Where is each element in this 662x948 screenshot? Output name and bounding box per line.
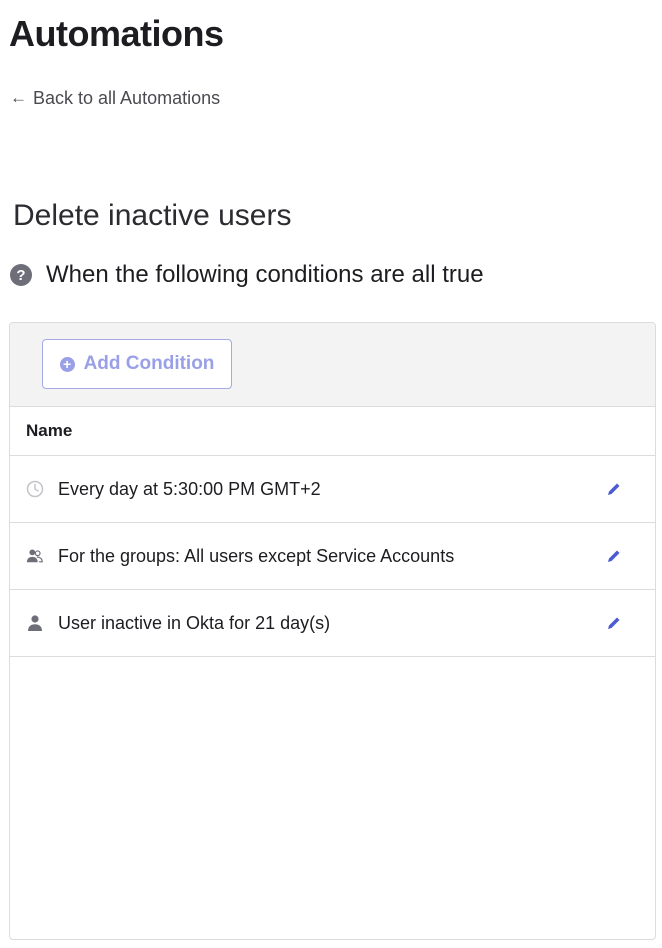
conditions-heading-text: When the following conditions are all tr… <box>46 261 484 288</box>
clock-icon <box>26 480 44 498</box>
conditions-panel: + Add Condition Name Every day at 5:30:0… <box>9 322 656 940</box>
conditions-heading: ? When the following conditions are all … <box>10 259 484 291</box>
table-header-name: Name <box>10 407 655 456</box>
condition-label: For the groups: All users except Service… <box>58 545 455 566</box>
condition-label: Every day at 5:30:00 PM GMT+2 <box>58 478 321 499</box>
pencil-icon[interactable] <box>604 479 624 499</box>
group-icon <box>26 547 44 565</box>
back-to-automations-link[interactable]: ← Back to all Automations <box>10 86 220 110</box>
automation-name: Delete inactive users <box>13 199 292 232</box>
pencil-icon[interactable] <box>604 613 624 633</box>
conditions-toolbar: + Add Condition <box>10 323 655 407</box>
table-row: User inactive in Okta for 21 day(s) <box>10 590 655 657</box>
user-icon <box>26 614 44 632</box>
arrow-left-icon: ← <box>10 88 27 107</box>
add-condition-button[interactable]: + Add Condition <box>42 339 232 389</box>
plus-circle-icon: + <box>59 356 75 372</box>
table-row: For the groups: All users except Service… <box>10 523 655 590</box>
add-condition-label: Add Condition <box>83 353 215 374</box>
pencil-icon[interactable] <box>604 546 624 566</box>
back-link-label: Back to all Automations <box>33 88 221 108</box>
page-title: Automations <box>9 13 224 54</box>
automation-page: Automations ← Back to all Automations De… <box>0 0 662 948</box>
condition-label: User inactive in Okta for 21 day(s) <box>58 612 331 633</box>
table-row: Every day at 5:30:00 PM GMT+2 <box>10 456 655 523</box>
help-icon[interactable]: ? <box>10 264 32 286</box>
